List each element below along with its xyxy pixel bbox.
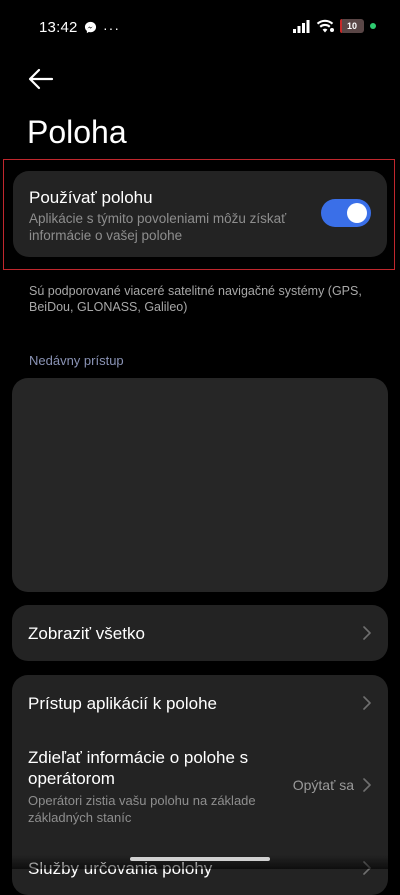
share-location-operator-item[interactable]: Zdieľať informácie o polohe s operátorom…: [12, 735, 388, 835]
share-location-operator-value: Opýtať sa: [292, 777, 354, 793]
use-location-card[interactable]: Používať polohu Aplikácie s týmito povol…: [13, 171, 387, 257]
share-location-operator-sub: Operátori zistia vašu polohu na základe …: [28, 793, 256, 825]
toggle-knob: [347, 203, 367, 223]
home-indicator[interactable]: [130, 857, 270, 861]
chevron-right-icon: [363, 696, 371, 710]
messenger-icon: [84, 21, 97, 34]
status-time: 13:42: [39, 19, 78, 36]
notification-icons: ···: [84, 19, 120, 36]
signal-icon: [293, 19, 310, 33]
gnss-note: Sú podporované viaceré satelitné navigač…: [29, 284, 362, 314]
battery-icon: 10: [340, 19, 364, 33]
page-title: Poloha: [27, 114, 127, 150]
battery-level: 10: [346, 21, 357, 31]
back-arrow-icon[interactable]: [26, 64, 56, 94]
charging-dot-icon: [370, 23, 376, 29]
recent-access-list: [12, 378, 388, 592]
app-location-access-item[interactable]: Prístup aplikácií k polohe: [12, 675, 388, 733]
show-all-button[interactable]: Zobraziť všetko: [12, 605, 388, 661]
show-all-label: Zobraziť všetko: [28, 624, 145, 643]
more-dots-icon: ···: [103, 19, 120, 36]
use-location-title: Používať polohu: [29, 188, 153, 207]
recent-access-header: Nedávny prístup: [29, 353, 124, 368]
location-services-item[interactable]: Služby určovania polohy: [12, 843, 388, 895]
battery-fill: [340, 19, 343, 33]
status-bar: 13:42 ··· 10: [0, 0, 400, 56]
wifi-icon: [316, 19, 334, 33]
use-location-description: Aplikácie s týmito povoleniami môžu získ…: [29, 211, 287, 243]
system-icons: 10: [293, 19, 376, 33]
chevron-right-icon: [363, 778, 371, 792]
use-location-toggle[interactable]: [321, 199, 371, 227]
chevron-right-icon: [363, 626, 371, 640]
share-location-operator-label: Zdieľať informácie o polohe s operátorom: [28, 748, 249, 788]
app-location-access-label: Prístup aplikácií k polohe: [28, 694, 217, 713]
